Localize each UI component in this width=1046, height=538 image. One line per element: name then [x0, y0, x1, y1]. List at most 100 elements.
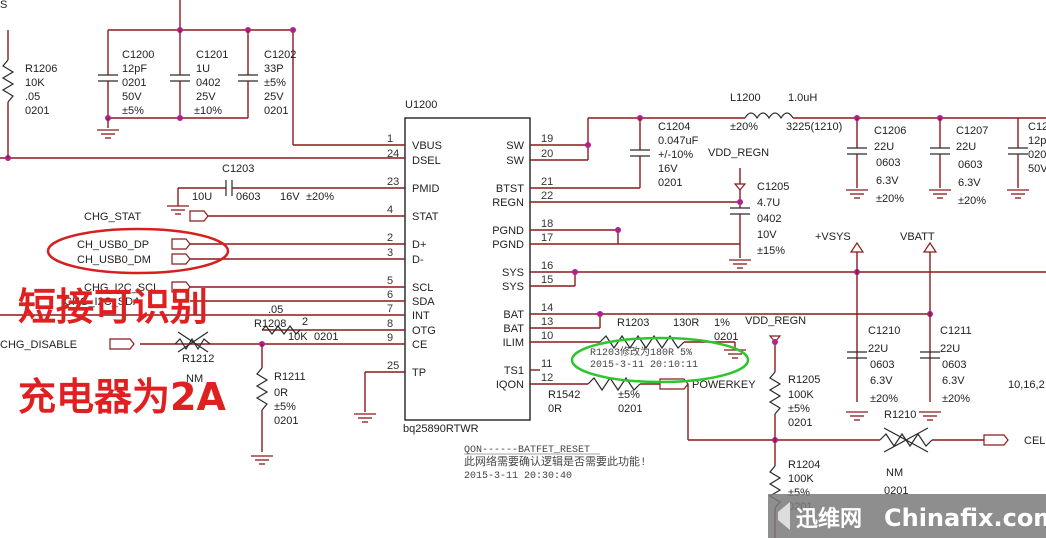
ic-pin-number: 17	[541, 232, 553, 244]
c1206-volt: 6.3V	[876, 175, 899, 187]
c1210-tol: ±20%	[870, 393, 898, 405]
c12x-ref: C12	[1028, 121, 1046, 133]
l1200-tol: ±20%	[730, 121, 758, 133]
c1202-pkg: 0201	[264, 105, 288, 117]
ground-icon	[928, 189, 952, 199]
ic-pin-number: 16	[541, 260, 553, 272]
ground-icon	[918, 411, 942, 421]
c1207-tol: ±20%	[958, 195, 986, 207]
c1210-pkg: 0603	[870, 359, 894, 371]
ic-pin-number: 10	[541, 330, 553, 342]
output-network: L1200 1.0uH ±20% 3225(1210) C1204 0.047u…	[530, 92, 1046, 538]
c1210-value: 22U	[868, 343, 888, 355]
ic-pin-name: OTG	[412, 325, 436, 337]
ic-pin-name: CE	[412, 339, 427, 351]
c1211-volt: 6.3V	[942, 375, 965, 387]
int-value: .05	[268, 304, 283, 316]
c1204-volt: 16V	[658, 163, 678, 175]
r1211-pkg: 0201	[274, 415, 298, 427]
c1207-pkg: 0603	[958, 159, 982, 171]
ground-icon	[166, 205, 190, 215]
ground-icon	[353, 413, 377, 423]
r1206-ref: R1206	[25, 63, 57, 75]
net-powerkey: POWERKEY	[692, 379, 756, 391]
c1203-tol: ±20%	[306, 191, 334, 203]
r1206-tol: .05	[25, 91, 40, 103]
c1201-tol: ±10%	[194, 105, 222, 117]
inductor-icon	[744, 112, 794, 120]
ic-pin-name: SYS	[502, 281, 524, 293]
ground-icon	[845, 411, 869, 421]
ic-pin-number: 6	[387, 289, 393, 301]
r1203-value: 130R	[673, 317, 699, 329]
c1200-value: 12pF	[122, 63, 147, 75]
ic-pin-name: ILIM	[503, 337, 524, 349]
schematic-canvas: U1200 bq25890RTWR 1VBUS24DSEL23PMID4STAT…	[0, 0, 1046, 538]
net-usb-dp: CH_USB0_DP	[77, 239, 149, 251]
ic-pin-name: SYS	[502, 267, 524, 279]
ic-pin-number: 18	[541, 218, 553, 230]
ic-ref: U1200	[405, 99, 437, 111]
ic-pin-name: BAT	[503, 309, 524, 321]
r1203-tol: 1%	[714, 317, 730, 329]
offpage-connector-icon	[171, 253, 191, 265]
page-ref: 10,16,2	[1008, 379, 1045, 391]
ic-pin-name: INT	[412, 310, 430, 322]
ic-pin-name: PGND	[492, 239, 524, 251]
c1205-pkg: 0402	[757, 213, 781, 225]
ic-pin-name: REGN	[492, 197, 524, 209]
r1204-value: 100K	[788, 473, 814, 485]
c1201-pkg: 0402	[196, 77, 220, 89]
c1210-ref: C1210	[868, 325, 900, 337]
r1542-tol: ±5%	[618, 389, 640, 401]
r1211-ref: R1211	[274, 371, 306, 383]
c1211-tol: ±20%	[942, 393, 970, 405]
r1208-value: 10K	[288, 331, 308, 343]
ic-pin-name: D+	[412, 239, 426, 251]
r1204-ref: R1204	[788, 459, 820, 471]
offpage-connector-icon	[983, 434, 1009, 446]
left-signal-nets: CHG_STAT CH_USB0_DP CH_USB0_DM CHG_I2C_S…	[0, 210, 405, 465]
r1203-pkg: 0201	[714, 331, 738, 343]
r1542-pkg: 0201	[618, 403, 642, 415]
ic-pin-number: 25	[387, 360, 399, 372]
net-vdd-regn-1: VDD_REGN	[708, 147, 769, 159]
c1205-ref: C1205	[757, 181, 789, 193]
c1205-value: 4.7U	[757, 197, 780, 209]
r1211-tol: ±5%	[274, 401, 296, 413]
c1203-value: 10U	[192, 191, 212, 203]
r1542-value: 0R	[548, 403, 562, 415]
r1210-ref: R1210	[884, 409, 916, 421]
c1203-group: C1203 10U 0603 16V ±20%	[166, 163, 405, 215]
qon-date: 2015-3-11 20:30:40	[464, 471, 572, 482]
net-cel: CEL	[1024, 435, 1045, 447]
ic-pin-number: 14	[541, 302, 553, 314]
c1202-volt: 25V	[264, 91, 284, 103]
c1210-volt: 6.3V	[870, 375, 893, 387]
net-chg-stat: CHG_STAT	[84, 211, 141, 223]
c1200-pkg: 0201	[122, 77, 146, 89]
c1200-volt: 50V	[122, 91, 142, 103]
l1200-pkg: 3225(1210)	[786, 121, 842, 133]
c1204-tol: +/-10%	[658, 149, 693, 161]
ic-pin-number: 8	[387, 318, 393, 330]
c1206-pkg: 0603	[876, 157, 900, 169]
r1206-pkg: 0201	[25, 105, 49, 117]
r1208-ref: R1208	[254, 318, 286, 330]
ic-pin-number: 21	[541, 176, 553, 188]
otg-pin-num: 2	[302, 316, 308, 328]
overlay-text-line2: 充电器为2A	[18, 375, 226, 419]
watermark-en: Chinafix.com	[884, 504, 1046, 532]
l1200-value: 1.0uH	[788, 92, 817, 104]
ic-pin-name: SCL	[412, 282, 433, 294]
c1207-ref: C1207	[956, 125, 988, 137]
ic-pin-name: IQON	[496, 379, 524, 391]
ic-pin-number: 9	[387, 332, 393, 344]
c1203-pkg: 0603	[236, 191, 260, 203]
r1206-value: 10K	[25, 77, 45, 89]
c1204-pkg: 0201	[658, 177, 682, 189]
c1202-value: 33P	[264, 63, 284, 75]
c1201-volt: 25V	[196, 91, 216, 103]
c1201-ref: C1201	[196, 49, 228, 61]
offpage-connector-icon	[189, 210, 209, 222]
